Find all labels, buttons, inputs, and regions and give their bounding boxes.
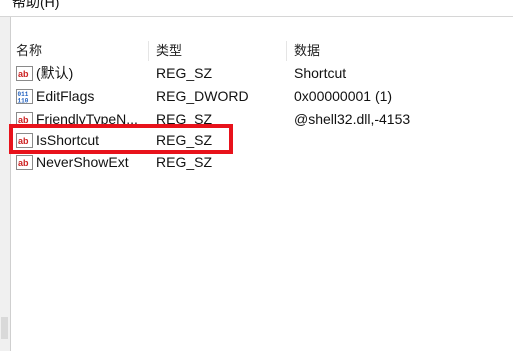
menu-help[interactable]: 帮助(H) [12, 0, 59, 12]
column-divider[interactable] [286, 41, 287, 61]
scrollbar-thumb[interactable] [1, 317, 8, 339]
string-value-icon: ab [16, 66, 33, 81]
column-divider[interactable] [148, 41, 149, 61]
registry-value-row[interactable]: ab NeverShowExt REG_SZ [10, 151, 513, 173]
menu-bar: 帮助(H) [0, 0, 513, 17]
value-type: REG_SZ [156, 154, 213, 170]
binary-value-icon: 011 110 [16, 89, 33, 104]
column-header-data[interactable]: 数据 [294, 39, 320, 63]
registry-value-row[interactable]: 011 110 EditFlags REG_DWORD 0x00000001 (… [10, 85, 513, 107]
registry-value-row[interactable]: ab (默认) REG_SZ Shortcut [10, 62, 513, 84]
value-data: 0x00000001 (1) [294, 88, 393, 104]
value-data: @shell32.dll,-4153 [294, 111, 411, 127]
svg-text:ab: ab [18, 69, 29, 79]
column-header-name[interactable]: 名称 [16, 39, 42, 63]
string-value-icon: ab [16, 155, 33, 170]
column-header-type[interactable]: 类型 [156, 39, 182, 63]
highlight-annotation-box [9, 124, 233, 154]
list-header: 名称 类型 数据 [10, 39, 513, 63]
value-type: REG_DWORD [156, 88, 249, 104]
value-type: REG_SZ [156, 65, 213, 81]
svg-text:ab: ab [18, 158, 29, 168]
value-name: NeverShowExt [36, 154, 129, 170]
svg-text:110: 110 [18, 98, 29, 105]
value-data: Shortcut [294, 65, 347, 81]
value-name: (默认) [36, 65, 74, 81]
value-name: EditFlags [36, 88, 95, 104]
